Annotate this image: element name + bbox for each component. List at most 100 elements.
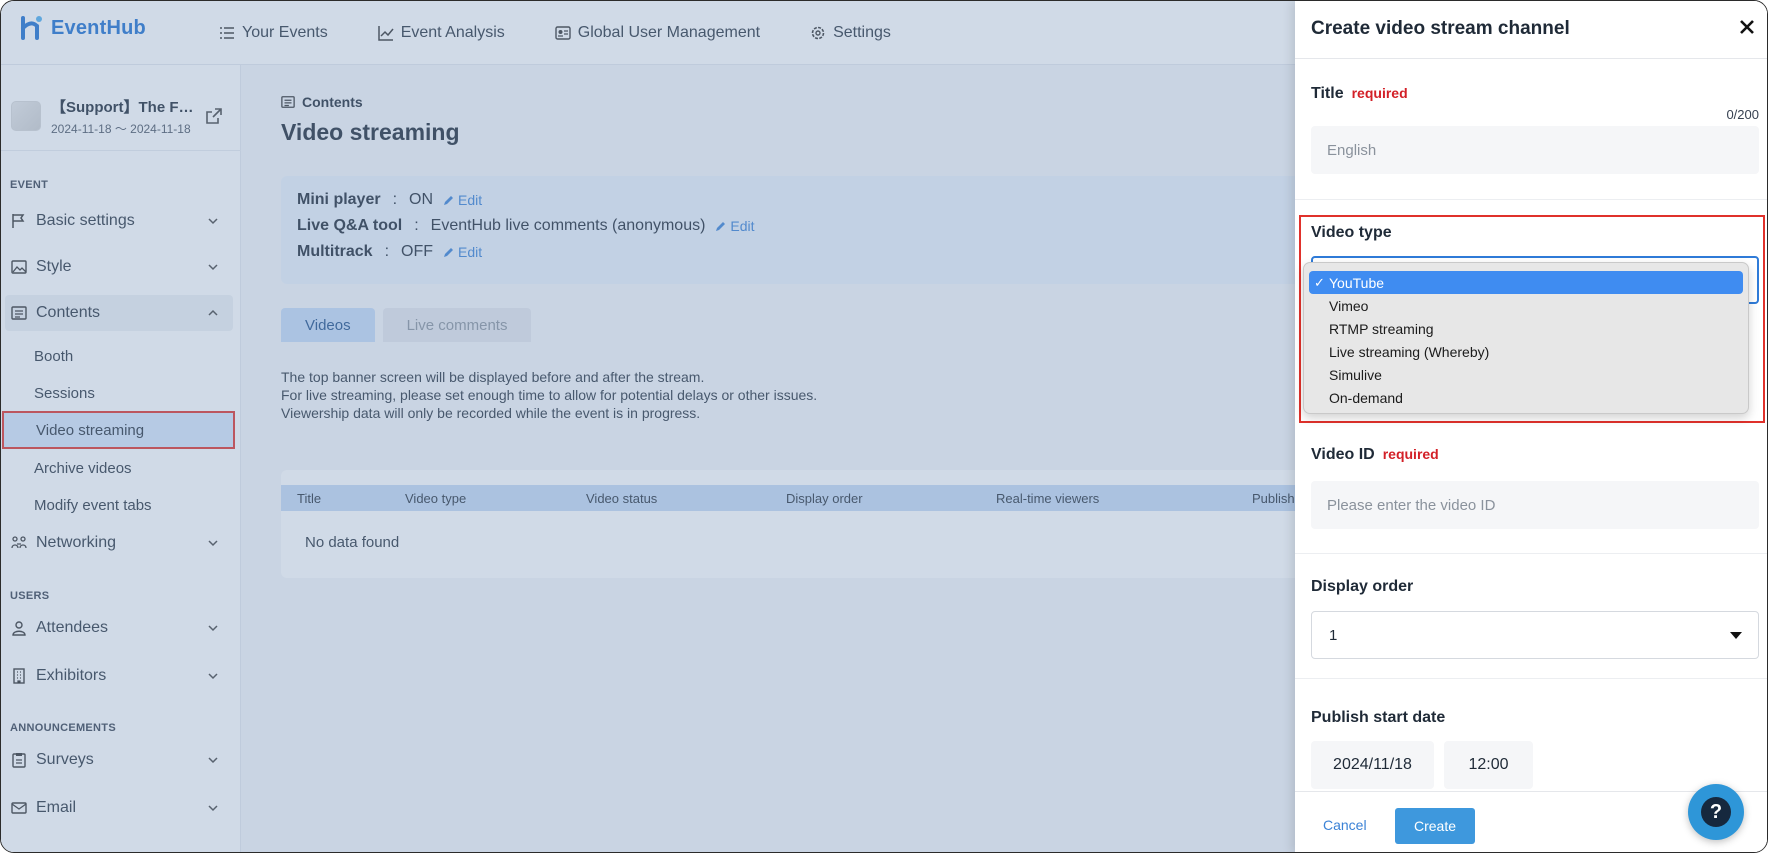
list-icon bbox=[220, 27, 234, 39]
drawer-header: Create video stream channel bbox=[1295, 1, 1767, 59]
nav-settings[interactable]: Settings bbox=[810, 24, 891, 42]
publish-start-label: Publish start date bbox=[1311, 709, 1446, 726]
contents-list-icon bbox=[281, 96, 295, 108]
option-label: YouTube bbox=[1329, 274, 1385, 291]
event-name: 【Support】The F… bbox=[51, 98, 194, 116]
create-button[interactable]: Create bbox=[1395, 808, 1475, 844]
edit-multitrack-link[interactable]: Edit bbox=[443, 244, 482, 260]
video-id-label: Video ID required bbox=[1311, 446, 1439, 464]
section-label-users: USERS bbox=[10, 590, 50, 602]
tab-live-comments[interactable]: Live comments bbox=[382, 308, 532, 342]
nav-global-user-management[interactable]: Global User Management bbox=[555, 24, 760, 42]
image-icon bbox=[11, 260, 27, 274]
publish-start-date-input[interactable]: 2024/11/18 bbox=[1311, 741, 1434, 789]
column-publish[interactable]: Publish bbox=[1252, 491, 1295, 506]
setting-key: Mini player bbox=[297, 191, 381, 208]
video-type-option-whereby[interactable]: Live streaming (Whereby) bbox=[1309, 340, 1743, 363]
column-display-order[interactable]: Display order bbox=[786, 491, 863, 506]
sidebar-item-contents[interactable]: Contents bbox=[5, 295, 233, 331]
sidebar-subitem-sessions[interactable]: Sessions bbox=[34, 385, 95, 402]
chevron-down-icon bbox=[208, 218, 218, 225]
sidebar-item-label: Networking bbox=[36, 534, 117, 551]
tab-videos[interactable]: Videos bbox=[281, 308, 375, 342]
video-id-input[interactable]: Please enter the video ID bbox=[1311, 481, 1759, 529]
sidebar-item-exhibitors[interactable]: Exhibitors bbox=[1, 658, 233, 694]
building-icon bbox=[13, 668, 25, 684]
breadcrumb: Contents bbox=[281, 94, 363, 110]
display-order-value: 1 bbox=[1329, 626, 1338, 644]
nav-label: Event Analysis bbox=[400, 24, 505, 41]
setting-colon: : bbox=[384, 243, 390, 260]
video-type-option-vimeo[interactable]: Vimeo bbox=[1309, 294, 1743, 317]
column-real-time-viewers[interactable]: Real-time viewers bbox=[996, 491, 1099, 506]
cancel-button[interactable]: Cancel bbox=[1323, 817, 1367, 833]
title-label: Title required bbox=[1311, 85, 1408, 103]
edit-mini-player-link[interactable]: Edit bbox=[443, 192, 482, 208]
setting-value: EventHub live comments (anonymous) bbox=[430, 217, 706, 234]
setting-colon: : bbox=[414, 217, 419, 234]
video-type-option-youtube[interactable]: ✓ YouTube bbox=[1309, 271, 1743, 294]
sidebar-item-label: Style bbox=[36, 258, 72, 275]
logo[interactable]: EventHub bbox=[19, 15, 146, 41]
drawer-divider bbox=[1295, 199, 1767, 200]
drawer-title: Create video stream channel bbox=[1311, 18, 1570, 39]
column-video-status[interactable]: Video status bbox=[586, 491, 657, 506]
sidebar-subitem-archive-videos[interactable]: Archive videos bbox=[34, 460, 132, 477]
pencil-icon bbox=[716, 222, 726, 231]
pencil-icon bbox=[444, 196, 454, 205]
help-button[interactable]: ? bbox=[1688, 784, 1744, 840]
drawer-divider bbox=[1295, 678, 1767, 679]
video-type-option-simulive[interactable]: Simulive bbox=[1309, 363, 1743, 386]
title-char-counter: 0/200 bbox=[1726, 107, 1759, 122]
nav-event-analysis[interactable]: Event Analysis bbox=[377, 24, 505, 42]
close-icon[interactable] bbox=[1737, 17, 1757, 37]
chevron-down-icon bbox=[208, 540, 218, 547]
sidebar-item-label: Exhibitors bbox=[36, 667, 107, 684]
sidebar-item-style[interactable]: Style bbox=[1, 249, 233, 285]
empty-state: No data found bbox=[305, 534, 400, 551]
chevron-down-icon bbox=[208, 805, 218, 812]
setting-multitrack: Multitrack : OFF Edit bbox=[297, 243, 482, 261]
notice-text: The top banner screen will be displayed … bbox=[281, 368, 817, 422]
flag-icon bbox=[12, 214, 25, 228]
breadcrumb-label: Contents bbox=[302, 94, 363, 110]
display-order-select[interactable]: 1 bbox=[1311, 611, 1759, 659]
publish-start-time-input[interactable]: 12:00 bbox=[1444, 741, 1533, 789]
sidebar-item-label: Attendees bbox=[36, 619, 109, 636]
sidebar-item-email[interactable]: Email bbox=[1, 790, 233, 826]
edit-label: Edit bbox=[458, 192, 483, 208]
sidebar-subitem-modify-event-tabs[interactable]: Modify event tabs bbox=[34, 497, 152, 514]
checkmark-icon: ✓ bbox=[1314, 274, 1325, 290]
edit-label: Edit bbox=[730, 218, 755, 234]
video-id-label-text: Video ID bbox=[1311, 446, 1375, 463]
setting-mini-player: Mini player : ON Edit bbox=[297, 191, 482, 209]
video-type-option-rtmp[interactable]: RTMP streaming bbox=[1309, 317, 1743, 340]
title-input[interactable]: English bbox=[1311, 126, 1759, 174]
chevron-up-icon bbox=[208, 309, 218, 316]
video-type-option-on-demand[interactable]: On-demand bbox=[1309, 386, 1743, 409]
chevron-down-icon bbox=[208, 757, 218, 764]
sidebar-item-surveys[interactable]: Surveys bbox=[1, 742, 233, 778]
sidebar-divider bbox=[1, 150, 241, 151]
chart-icon bbox=[377, 26, 394, 41]
column-title[interactable]: Title bbox=[297, 491, 321, 506]
setting-value: OFF bbox=[401, 243, 434, 260]
sidebar-subitem-video-streaming[interactable]: Video streaming bbox=[2, 411, 235, 449]
nav-your-events[interactable]: Your Events bbox=[219, 24, 328, 42]
nav-label: Settings bbox=[833, 24, 891, 41]
networking-icon bbox=[11, 536, 27, 549]
top-nav: Your Events Event Analysis Global User M… bbox=[219, 1, 941, 65]
eventhub-logo-icon bbox=[21, 16, 42, 40]
video-id-placeholder: Please enter the video ID bbox=[1327, 496, 1496, 514]
sidebar-item-networking[interactable]: Networking bbox=[1, 525, 233, 561]
sidebar-subitem-label: Video streaming bbox=[36, 421, 145, 439]
sidebar-item-basic-settings[interactable]: Basic settings bbox=[1, 203, 233, 239]
external-link-icon[interactable] bbox=[205, 107, 223, 125]
edit-live-qa-link[interactable]: Edit bbox=[715, 218, 755, 234]
sidebar-item-attendees[interactable]: Attendees bbox=[1, 610, 233, 646]
column-video-type[interactable]: Video type bbox=[405, 491, 466, 506]
sidebar-subitem-booth[interactable]: Booth bbox=[34, 348, 73, 365]
clipboard-icon bbox=[12, 753, 26, 768]
video-type-dropdown: ✓ YouTube Vimeo RTMP streaming Live stre… bbox=[1303, 262, 1749, 414]
logo-text: EventHub bbox=[51, 16, 146, 39]
